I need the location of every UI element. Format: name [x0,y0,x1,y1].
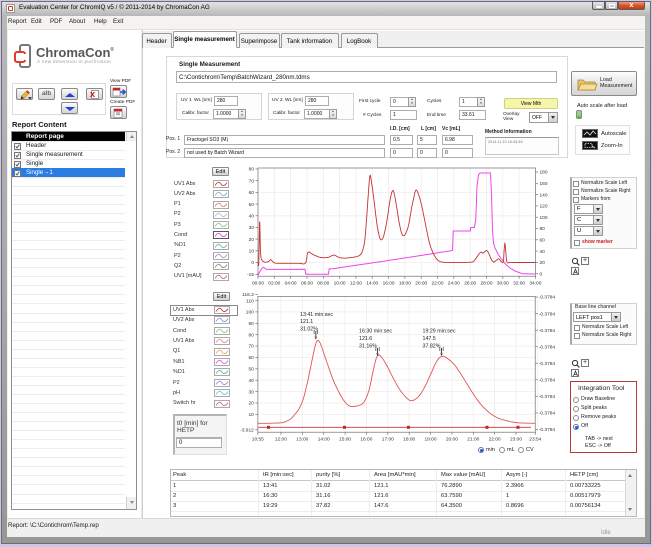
svg-text:-0.3784: -0.3784 [539,295,556,301]
svg-text:-0.3784: -0.3784 [539,411,556,417]
svg-text:60: 60 [248,355,254,361]
svg-text:80: 80 [540,226,546,232]
svg-text:60: 60 [249,190,255,196]
svg-text:60: 60 [540,238,546,244]
svg-text:10:55: 10:55 [252,436,264,442]
svg-text:0: 0 [251,260,254,266]
svg-text:30: 30 [248,389,254,395]
svg-text:30:00: 30:00 [497,281,509,287]
svg-text:-3.912: -3.912 [240,428,254,434]
svg-text:40: 40 [249,214,255,220]
svg-text:40: 40 [540,249,546,255]
svg-text:26:00: 26:00 [464,281,476,287]
svg-text:100: 100 [246,310,254,316]
svg-text:00:00: 00:00 [252,281,264,287]
svg-text:04:00: 04:00 [285,281,297,287]
svg-text:28:00: 28:00 [480,281,492,287]
svg-text:32:00: 32:00 [513,281,525,287]
svg-text:110: 110 [246,298,254,304]
svg-text:80: 80 [248,332,254,338]
svg-text:14:00: 14:00 [366,281,378,287]
svg-text:17:00: 17:00 [382,436,394,442]
svg-text:-0.3784: -0.3784 [539,378,556,384]
svg-text:23:00: 23:00 [510,436,522,442]
svg-text:120: 120 [540,204,548,210]
svg-text:140: 140 [540,192,548,198]
svg-text:40: 40 [248,378,254,384]
svg-text:30: 30 [249,225,255,231]
svg-text:20: 20 [540,260,546,266]
svg-text:80: 80 [249,167,255,173]
svg-text:147.5: 147.5 [423,336,436,342]
svg-text:10: 10 [248,412,254,418]
svg-text:12:00: 12:00 [275,436,287,442]
svg-text:19:29 min:sec: 19:29 min:sec [423,329,456,335]
svg-text:10: 10 [249,249,255,255]
svg-text:22:00: 22:00 [489,436,501,442]
svg-text:23:54: 23:54 [529,436,541,442]
svg-text:18:00: 18:00 [399,281,411,287]
svg-text:70: 70 [248,344,254,350]
svg-text:21:00: 21:00 [467,436,479,442]
svg-text:24:00: 24:00 [448,281,460,287]
svg-text:121.1: 121.1 [300,319,313,325]
svg-text:20: 20 [248,401,254,407]
svg-text:10:00: 10:00 [334,281,346,287]
svg-text:16:00: 16:00 [383,281,395,287]
svg-text:180: 180 [540,170,548,176]
svg-text:16:30 min:sec: 16:30 min:sec [359,329,392,335]
svg-text:15:00: 15:00 [339,436,351,442]
svg-text:-0.3784: -0.3784 [539,427,556,433]
svg-text:13:41 min:sec: 13:41 min:sec [300,312,333,318]
svg-text:02:00: 02:00 [268,281,280,287]
svg-text:-0.3784: -0.3784 [539,394,556,400]
svg-text:08:00: 08:00 [317,281,329,287]
svg-text:20:00: 20:00 [446,436,458,442]
svg-text:19:00: 19:00 [424,436,436,442]
svg-text:160: 160 [540,181,548,187]
svg-text:50: 50 [248,367,254,373]
svg-text:-0.3784: -0.3784 [539,328,556,334]
svg-text:20: 20 [249,237,255,243]
svg-text:22:00: 22:00 [431,281,443,287]
svg-text:-0.3784: -0.3784 [539,361,556,367]
svg-text:0: 0 [540,271,543,277]
svg-text:16:00: 16:00 [360,436,372,442]
svg-text:-15: -15 [247,272,254,278]
svg-text:06:00: 06:00 [301,281,313,287]
svg-text:116.3: 116.3 [242,292,254,298]
svg-text:31.16%: 31.16% [359,343,377,349]
svg-text:37.82%: 37.82% [423,343,441,349]
svg-text:13:00: 13:00 [296,436,308,442]
svg-text:50: 50 [249,202,255,208]
svg-text:100: 100 [540,215,548,221]
svg-text:121.6: 121.6 [359,336,372,342]
svg-text:12:00: 12:00 [350,281,362,287]
svg-text:14:00: 14:00 [318,436,330,442]
svg-text:70: 70 [249,178,255,184]
svg-text:34:00: 34:00 [529,281,541,287]
svg-text:20:00: 20:00 [415,281,427,287]
svg-text:-0.3784: -0.3784 [539,344,556,350]
svg-text:90: 90 [248,321,254,327]
svg-text:-0.3784: -0.3784 [539,311,556,317]
svg-text:18:00: 18:00 [403,436,415,442]
